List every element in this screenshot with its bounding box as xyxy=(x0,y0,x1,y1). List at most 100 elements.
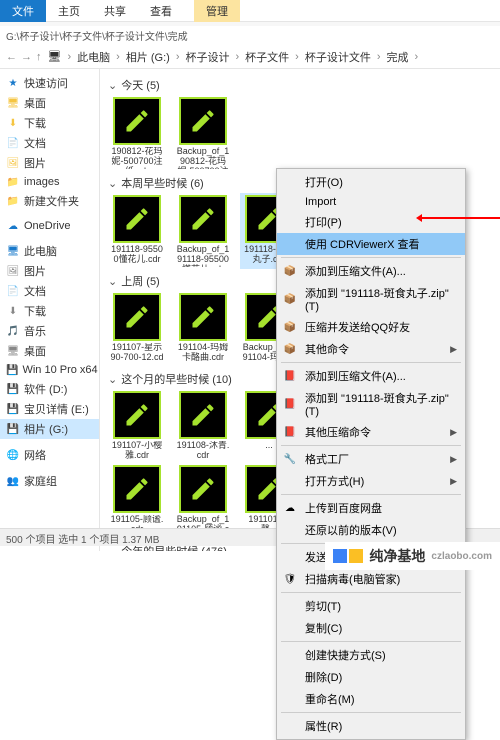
menu-icon: 📦 xyxy=(283,264,297,278)
drive-icon: 💾 xyxy=(6,402,20,416)
sidebar-quick-item[interactable]: 📄文档 xyxy=(0,133,99,153)
crumb-4[interactable]: 杯子设计文件 xyxy=(301,47,375,67)
file-item[interactable]: 191108-沐青.cdr xyxy=(174,389,232,463)
menu-separator xyxy=(281,712,461,713)
file-item[interactable]: 191118-95500懂花儿.cdr xyxy=(108,193,166,269)
tab-home[interactable]: 主页 xyxy=(46,0,92,22)
menu-item[interactable]: Import xyxy=(277,193,465,211)
star-icon: ★ xyxy=(6,76,20,90)
crumb-3[interactable]: 杯子文件 xyxy=(241,47,293,67)
sidebar-pc-item[interactable]: 🖼图片 xyxy=(0,261,99,281)
menu-item[interactable]: 📦添加到压缩文件(A)... xyxy=(277,260,465,282)
folder-icon: 📄 xyxy=(6,136,20,150)
tab-share[interactable]: 共享 xyxy=(92,0,138,22)
menu-item[interactable]: 属性(R) xyxy=(277,715,465,737)
breadcrumb[interactable]: ← → ↑ 🖥 ›此电脑 ›相片 (G:) ›杯子设计 ›杯子文件 ›杯子设计文… xyxy=(0,45,500,69)
menu-item[interactable]: 📦其他命令▶ xyxy=(277,338,465,360)
menu-item[interactable]: 📕添加到 "191118-斑食丸子.zip"(T) xyxy=(277,387,465,421)
file-item[interactable]: 191107-小樱雅.cdr xyxy=(108,389,166,463)
tab-manage[interactable]: 管理 xyxy=(194,0,240,22)
sidebar-item-label: 文档 xyxy=(24,283,46,299)
sidebar-pc-item[interactable]: 🖥桌面 xyxy=(0,341,99,361)
sidebar-quick-access[interactable]: ★快速访问 xyxy=(0,73,99,93)
file-thumbnail xyxy=(179,293,227,341)
menu-item[interactable]: 重命名(M) xyxy=(277,688,465,710)
chevron-down-icon: ⌄ xyxy=(108,275,117,288)
tab-view[interactable]: 查看 xyxy=(138,0,184,22)
menu-item[interactable]: 还原以前的版本(V) xyxy=(277,519,465,541)
menu-item[interactable]: 📦添加到 "191118-斑食丸子.zip"(T) xyxy=(277,282,465,316)
menu-item[interactable]: 使用 CDRViewerX 查看 xyxy=(277,233,465,255)
nav-back-icon[interactable]: ← xyxy=(6,51,17,63)
watermark: 纯净基地 czlaobo.com xyxy=(325,542,500,570)
nav-sidebar: ★快速访问 🖥桌面⬇下载📄文档🖼图片📁images📁新建文件夹 ☁OneDriv… xyxy=(0,69,100,551)
sidebar-pc-item[interactable]: 💾 宝贝详情 (E:) xyxy=(0,399,99,419)
file-thumbnail xyxy=(113,391,161,439)
menu-separator xyxy=(281,494,461,495)
folder-icon: 📁 xyxy=(6,194,20,208)
menu-item[interactable]: 复制(C) xyxy=(277,617,465,639)
menu-icon: 📕 xyxy=(283,425,297,439)
file-label: 191104-玛姆卡酪曲.cdr xyxy=(176,343,230,363)
sidebar-quick-item[interactable]: 📁images xyxy=(0,173,99,191)
sidebar-quick-item[interactable]: 🖥桌面 xyxy=(0,93,99,113)
sidebar-pc-item[interactable]: 🎵音乐 xyxy=(0,321,99,341)
file-item[interactable]: 191104-玛姆卡酪曲.cdr xyxy=(174,291,232,367)
sidebar-quick-item[interactable]: ⬇下载 xyxy=(0,113,99,133)
nav-fwd-icon[interactable]: → xyxy=(21,51,32,63)
crumb-pc-icon[interactable]: 🖥 xyxy=(44,48,66,65)
group-title: 这个月的早些时候 (10) xyxy=(121,371,232,387)
sidebar-pc-item[interactable]: ⬇下载 xyxy=(0,301,99,321)
menu-icon: 🛡 xyxy=(283,572,297,586)
sidebar-this-pc[interactable]: 🖥此电脑 xyxy=(0,241,99,261)
menu-item[interactable]: 📕添加到压缩文件(A)... xyxy=(277,365,465,387)
crumb-0[interactable]: 此电脑 xyxy=(73,47,114,67)
crumb-1[interactable]: 相片 (G:) xyxy=(122,47,174,67)
sidebar-quick-item[interactable]: 📁新建文件夹 xyxy=(0,191,99,211)
sidebar-pc-item[interactable]: 📄 文档 xyxy=(0,281,99,301)
menu-item[interactable]: 删除(D) xyxy=(277,666,465,688)
sidebar-pc-item[interactable]: 💾软件 (D:) xyxy=(0,379,99,399)
sidebar-homegroup[interactable]: 👥家庭组 xyxy=(0,471,99,491)
folder-icon: 🖥 xyxy=(6,96,20,110)
menu-item[interactable]: 🔧格式工厂▶ xyxy=(277,448,465,470)
sidebar-item-label: 下载 xyxy=(24,303,46,319)
sidebar-quick-item[interactable]: 🖼图片 xyxy=(0,153,99,173)
context-menu: 打开(O)Import打印(P)使用 CDRViewerX 查看 📦添加到压缩文件… xyxy=(276,168,466,740)
menu-item-label: 压缩并发送给QQ好友 xyxy=(305,319,410,335)
file-thumbnail xyxy=(179,97,227,145)
sidebar-network[interactable]: 🌐网络 xyxy=(0,445,99,465)
menu-item[interactable]: 打开方式(H)▶ xyxy=(277,470,465,492)
menu-item[interactable]: 📕其他压缩命令▶ xyxy=(277,421,465,443)
group-header[interactable]: ⌄今天 (5) xyxy=(108,77,492,93)
drive-icon: 💾 xyxy=(6,422,20,436)
file-grid: 190812-花玛妮-500700注纸.cdr Backup_of_190812-… xyxy=(108,95,492,171)
menu-item-label: 属性(R) xyxy=(305,718,342,734)
nav-up-icon[interactable]: ↑ xyxy=(36,51,42,63)
tab-file[interactable]: 文件 xyxy=(0,0,46,22)
sidebar-pc-item[interactable]: 💾Win 10 Pro x64 (C:) xyxy=(0,361,99,379)
file-label: 190812-花玛妮-500700注纸.cdr xyxy=(110,147,164,169)
menu-item[interactable]: 剪切(T) xyxy=(277,595,465,617)
menu-item[interactable]: 打印(P) xyxy=(277,211,465,233)
file-label: 191108-沐青.cdr xyxy=(176,441,230,461)
menu-item[interactable]: 打开(O) xyxy=(277,171,465,193)
file-item[interactable]: Backup_of_191118-95500懂花儿.cdr xyxy=(174,193,232,269)
menu-item[interactable]: 创建快捷方式(S) xyxy=(277,644,465,666)
file-item[interactable]: 190812-花玛妮-500700注纸.cdr xyxy=(108,95,166,171)
group-title: 今天 (5) xyxy=(121,77,160,93)
file-item[interactable]: 191107-星示90-700-12.cdr xyxy=(108,291,166,367)
menu-item[interactable]: ☁上传到百度网盘 xyxy=(277,497,465,519)
sidebar-pc-item[interactable]: 💾相片 (G:) xyxy=(0,419,99,439)
file-thumbnail xyxy=(179,391,227,439)
chevron-down-icon: ⌄ xyxy=(108,177,117,190)
menu-item[interactable]: 📦压缩并发送给QQ好友 xyxy=(277,316,465,338)
sidebar-item-label: 宝贝详情 (E:) xyxy=(24,401,89,417)
crumb-5[interactable]: 完成 xyxy=(383,47,413,67)
menu-item[interactable]: 🛡扫描病毒(电脑管家) xyxy=(277,568,465,590)
file-item[interactable]: Backup_of_190812-花玛妮-500700注纸.cdr xyxy=(174,95,232,171)
sidebar-onedrive[interactable]: ☁OneDrive xyxy=(0,217,99,235)
file-thumbnail xyxy=(113,293,161,341)
crumb-2[interactable]: 杯子设计 xyxy=(181,47,233,67)
drive-icon: 📄 xyxy=(6,284,20,298)
